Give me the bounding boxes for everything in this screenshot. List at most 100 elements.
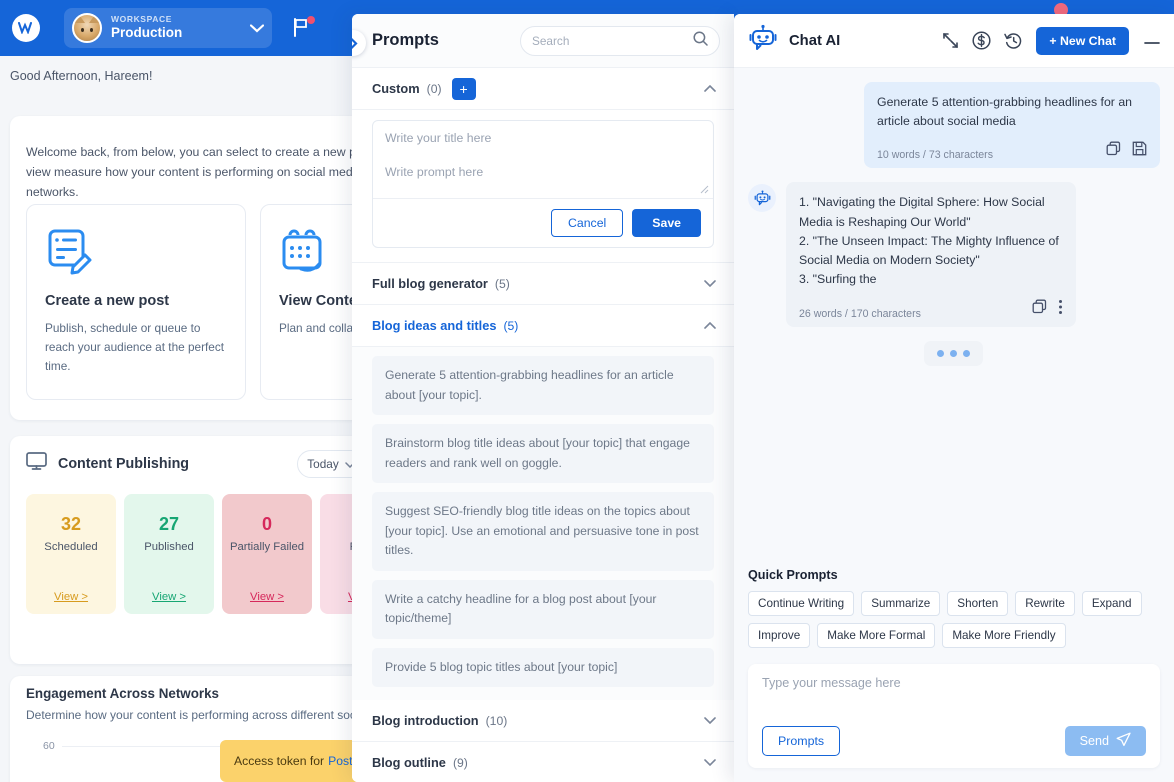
chat-header: Chat AI xyxy=(734,14,1174,68)
section-count: (5) xyxy=(503,319,518,333)
section-title: Full blog generator xyxy=(372,276,488,291)
search-box[interactable] xyxy=(520,26,720,56)
brand-waves-logo[interactable] xyxy=(12,14,40,42)
plus-icon[interactable]: + xyxy=(452,78,476,100)
create-post-card[interactable]: Create a new post Publish, schedule or q… xyxy=(26,204,246,400)
cancel-button[interactable]: Cancel xyxy=(551,209,623,237)
history-clock-icon[interactable] xyxy=(1004,31,1023,50)
quick-prompt-chip[interactable]: Summarize xyxy=(861,591,940,616)
workspace-selector[interactable]: WORKSPACE Production xyxy=(64,8,272,48)
prompts-panel: Prompts Custom (0) + xyxy=(352,14,734,782)
new-chat-button[interactable]: + New Chat xyxy=(1036,27,1129,55)
message-text: 1. "Navigating the Digital Sphere: How S… xyxy=(799,193,1063,289)
section-count: (5) xyxy=(495,277,510,291)
copy-icon[interactable] xyxy=(1032,299,1047,320)
search-icon[interactable] xyxy=(693,31,708,51)
prompt-title-input[interactable] xyxy=(373,121,713,155)
message-meta: 26 words / 170 characters xyxy=(799,308,921,320)
chevron-down-icon[interactable] xyxy=(704,278,716,290)
prompts-button[interactable]: Prompts xyxy=(762,726,840,756)
stat-view-link[interactable]: View > xyxy=(250,591,284,603)
chat-ai-panel: Chat AI xyxy=(734,14,1174,782)
quick-prompt-chip[interactable]: Expand xyxy=(1082,591,1142,616)
save-icon[interactable] xyxy=(1132,141,1147,161)
message-footer: 26 words / 170 characters xyxy=(799,299,1063,320)
notification-dot xyxy=(307,16,315,24)
card-title: Create a new post xyxy=(45,293,227,309)
prompt-section-header[interactable]: Blog ideas and titles(5) xyxy=(352,305,734,347)
resize-grip-icon[interactable] xyxy=(700,185,709,196)
prompt-item[interactable]: Provide 5 blog topic titles about [your … xyxy=(372,648,714,688)
quick-prompt-chip[interactable]: Continue Writing xyxy=(748,591,854,616)
copy-icon[interactable] xyxy=(1106,141,1121,161)
quick-prompt-chip[interactable]: Make More Formal xyxy=(817,623,935,648)
quick-prompt-chip[interactable]: Improve xyxy=(748,623,810,648)
prompt-section-header[interactable]: Full blog generator (5) xyxy=(352,263,734,305)
search-input[interactable] xyxy=(532,34,693,48)
message-composer: Prompts Send xyxy=(748,664,1160,768)
monitor-icon xyxy=(26,452,47,475)
chevron-down-icon[interactable] xyxy=(704,757,716,769)
paper-plane-icon xyxy=(1116,732,1131,750)
prompt-text-wrap xyxy=(373,155,713,198)
card-description: Publish, schedule or queue to reach your… xyxy=(45,319,227,376)
prompt-item[interactable]: Brainstorm blog title ideas about [your … xyxy=(372,424,714,483)
message-bubble[interactable]: 1. "Navigating the Digital Sphere: How S… xyxy=(786,182,1076,327)
message-actions xyxy=(1106,141,1147,161)
message-text: Generate 5 attention-grabbing headlines … xyxy=(877,93,1147,131)
send-label: Send xyxy=(1080,734,1109,748)
prompt-item[interactable]: Suggest SEO-friendly blog title ideas on… xyxy=(372,492,714,571)
prompt-section-header[interactable]: Blog outline(9) xyxy=(352,742,734,782)
section-count: (0) xyxy=(427,82,442,96)
chat-messages[interactable]: Generate 5 attention-grabbing headlines … xyxy=(734,68,1174,562)
prompt-section-header[interactable]: Blog introduction(10) xyxy=(352,700,734,742)
expand-arrows-icon[interactable] xyxy=(942,32,959,49)
screen-root: WORKSPACE Production Good Afternoon, Har… xyxy=(0,0,1174,782)
prompt-body-input[interactable] xyxy=(373,155,713,193)
stat-view-link[interactable]: View > xyxy=(54,591,88,603)
message-footer: 10 words / 73 characters xyxy=(877,141,1147,161)
workspace-text: WORKSPACE Production xyxy=(111,15,182,40)
section-count: (10) xyxy=(486,714,508,728)
quick-prompts-title: Quick Prompts xyxy=(748,568,1160,582)
dollar-circle-icon[interactable] xyxy=(972,31,991,50)
send-button[interactable]: Send xyxy=(1065,726,1146,756)
stat-label: Published xyxy=(144,541,194,553)
message-bubble[interactable]: Generate 5 attention-grabbing headlines … xyxy=(864,82,1160,168)
quick-prompt-chip[interactable]: Rewrite xyxy=(1015,591,1075,616)
robot-icon xyxy=(748,24,778,57)
prompts-panel-body[interactable]: Custom (0) + xyxy=(352,68,734,782)
date-range-label: Today xyxy=(307,457,338,471)
composer-actions: Prompts Send xyxy=(762,726,1146,756)
message-input[interactable] xyxy=(762,676,1146,726)
quick-prompt-chips: Continue Writing Summarize Shorten Rewrite E… xyxy=(748,591,1160,648)
message-actions xyxy=(1032,299,1063,320)
stat-view-link[interactable]: View > xyxy=(152,591,186,603)
chevron-down-icon xyxy=(250,24,264,33)
stat-card: 32ScheduledView > xyxy=(26,494,116,614)
minimize-icon[interactable] xyxy=(1142,32,1160,49)
flag-icon[interactable] xyxy=(293,18,308,42)
section-title: Blog outline xyxy=(372,755,446,770)
robot-icon xyxy=(748,184,776,212)
prompt-item[interactable]: Write a catchy headline for a blog post … xyxy=(372,580,714,639)
quick-prompt-chip[interactable]: Make More Friendly xyxy=(942,623,1065,648)
chevron-up-icon[interactable] xyxy=(704,320,716,332)
workspace-label: WORKSPACE xyxy=(111,15,182,25)
greeting-text: Good Afternoon, Hareem! xyxy=(10,69,152,83)
save-button[interactable]: Save xyxy=(632,209,701,237)
prompts-panel-header: Prompts xyxy=(352,14,734,68)
custom-form-actions: Cancel Save xyxy=(373,199,713,247)
chevron-down-icon[interactable] xyxy=(704,715,716,727)
more-vertical-icon[interactable] xyxy=(1058,299,1063,320)
content-publishing-header: Content Publishing xyxy=(26,452,189,475)
stat-value: 27 xyxy=(159,514,179,535)
prompt-items-list: Generate 5 attention-grabbing headlines … xyxy=(352,347,734,700)
page-title: Prompts xyxy=(372,31,439,50)
avatar xyxy=(72,13,102,43)
quick-prompt-chip[interactable]: Shorten xyxy=(947,591,1008,616)
custom-form-box: Cancel Save xyxy=(372,120,714,248)
chevron-up-icon[interactable] xyxy=(704,83,716,95)
prompt-item[interactable]: Generate 5 attention-grabbing headlines … xyxy=(372,356,714,415)
section-custom[interactable]: Custom (0) + xyxy=(352,68,734,110)
